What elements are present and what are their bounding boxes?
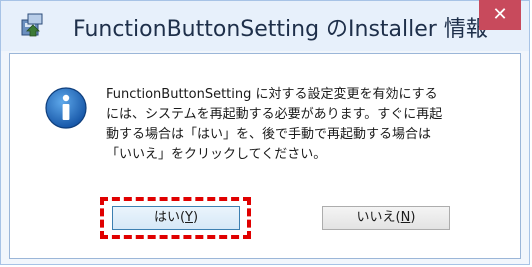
installer-package-icon	[19, 11, 47, 39]
dialog-content: FunctionButtonSetting に対する設定変更を有効にするには、シ…	[9, 53, 521, 259]
no-button-label: いいえ(	[356, 210, 401, 225]
title-bar[interactable]: FunctionButtonSetting のInstaller 情報 ✕	[1, 0, 529, 51]
no-button[interactable]: いいえ(N)	[322, 206, 450, 230]
yes-button-highlight	[100, 197, 251, 239]
no-button-label-suffix: )	[410, 210, 416, 225]
no-button-accelerator: N	[400, 210, 411, 225]
information-icon	[44, 86, 88, 130]
dialog-message: FunctionButtonSetting に対する設定変更を有効にするには、シ…	[106, 87, 443, 162]
dialog-title: FunctionButtonSetting のInstaller 情報	[73, 17, 488, 42]
installer-dialog: FunctionButtonSetting のInstaller 情報 ✕ Fu…	[0, 0, 530, 265]
close-button[interactable]: ✕	[479, 0, 521, 30]
